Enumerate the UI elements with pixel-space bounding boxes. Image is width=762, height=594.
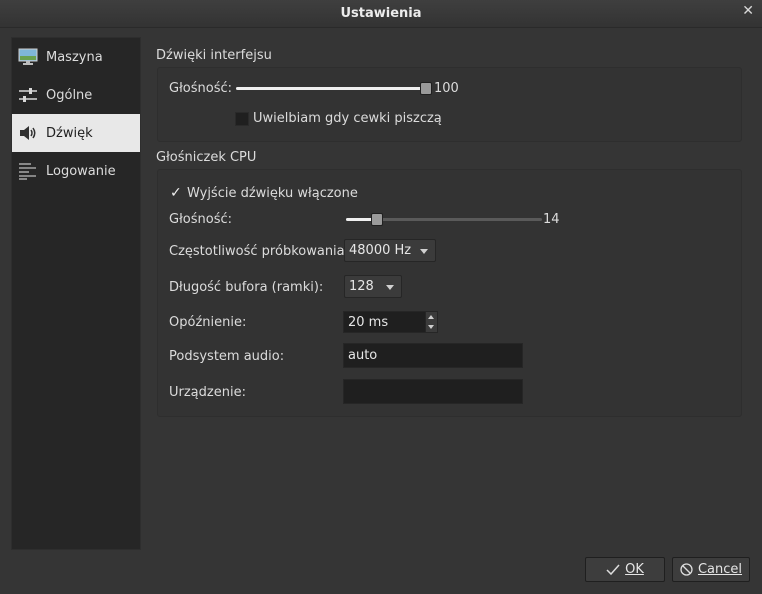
interface-volume-slider-handle[interactable] [420, 82, 432, 95]
interface-volume-slider-fill [236, 87, 426, 90]
sample-rate-value: 48000 Hz [349, 243, 412, 258]
sidebar-item-label: Ogólne [46, 87, 93, 103]
audio-subsystem-field[interactable]: auto [343, 343, 523, 368]
sound-output-checkbox[interactable]: ✓ [170, 185, 182, 201]
sidebar-item-label: Dźwięk [46, 125, 93, 141]
chevron-down-icon [386, 285, 394, 290]
audio-subsystem-label: Podsystem audio: [169, 349, 285, 364]
latency-value: 20 ms [348, 315, 389, 330]
coil-whine-checkbox[interactable] [235, 112, 249, 126]
sample-rate-dropdown[interactable]: 48000 Hz [344, 239, 436, 262]
cancel-icon [680, 563, 693, 576]
sample-rate-label: Częstotliwość próbkowania: [169, 244, 350, 259]
sidebar-item-maszyna[interactable]: Maszyna [12, 38, 140, 76]
interface-volume-value: 100 [434, 81, 459, 96]
cpu-volume-label: Głośność: [169, 212, 232, 227]
audio-subsystem-value: auto [348, 348, 378, 363]
log-lines-icon [18, 161, 38, 181]
interface-sounds-title: Dźwięki interfejsu [156, 48, 272, 63]
settings-sidebar: Maszyna Ogólne Dźwięk Logowanie [11, 37, 141, 550]
checkmark-icon [606, 564, 620, 576]
sidebar-item-logowanie[interactable]: Logowanie [12, 152, 140, 190]
ok-button[interactable]: OK [585, 557, 665, 582]
latency-spin-buttons [425, 312, 437, 332]
coil-whine-label: Uwielbiam gdy cewki piszczą [253, 111, 442, 126]
cpu-volume-value: 14 [543, 212, 560, 227]
window-title: Ustawienia [340, 6, 422, 21]
interface-volume-label: Głośność: [169, 81, 232, 96]
device-label: Urządzenie: [169, 385, 246, 400]
speaker-icon [18, 123, 38, 143]
chevron-down-icon [420, 249, 428, 254]
cpu-volume-slider-handle[interactable] [371, 213, 383, 226]
sidebar-item-dzwiek[interactable]: Dźwięk [12, 114, 140, 152]
cancel-label: Cancel [697, 562, 743, 577]
cpu-speaker-title: Głośniczek CPU [156, 150, 257, 165]
sound-output-label: Wyjście dźwięku włączone [187, 186, 358, 201]
latency-spinbox[interactable]: 20 ms [343, 311, 438, 333]
sliders-icon [18, 85, 38, 105]
interface-sounds-group: Głośność: 100 Uwielbiam gdy cewki piszcz… [157, 67, 742, 142]
ok-label: OK [625, 562, 644, 577]
title-bar: Ustawienia ✕ [0, 0, 762, 28]
sidebar-item-ogolne[interactable]: Ogólne [12, 76, 140, 114]
spin-up-icon[interactable] [428, 315, 434, 319]
latency-label: Opóźnienie: [169, 315, 247, 330]
buffer-length-label: Długość bufora (ramki): [169, 280, 324, 295]
close-icon[interactable]: ✕ [742, 3, 754, 19]
buffer-length-value: 128 [349, 279, 374, 294]
spin-down-icon[interactable] [428, 325, 434, 329]
sidebar-item-label: Maszyna [46, 49, 103, 65]
sidebar-item-label: Logowanie [46, 163, 116, 179]
device-field[interactable] [343, 379, 523, 404]
monitor-icon [18, 47, 38, 67]
cancel-button[interactable]: Cancel [672, 557, 750, 582]
buffer-length-dropdown[interactable]: 128 [344, 275, 402, 298]
cpu-speaker-group: ✓ Wyjście dźwięku włączone Głośność: 14 … [157, 169, 742, 417]
